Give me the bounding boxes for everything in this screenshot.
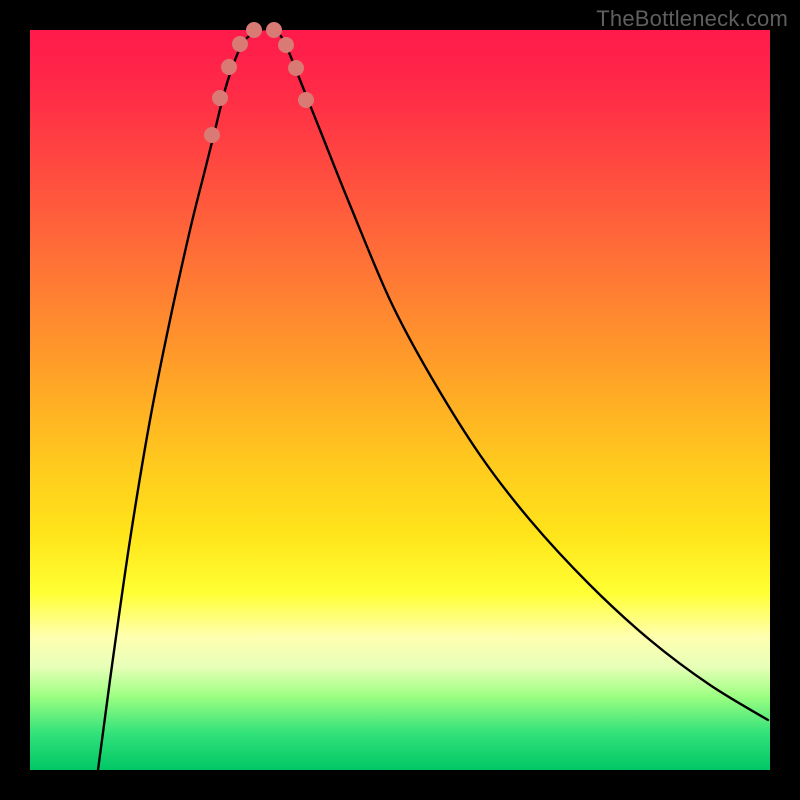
highlight-dot	[212, 90, 228, 106]
outer-frame: TheBottleneck.com	[0, 0, 800, 800]
chart-svg	[30, 30, 770, 770]
highlight-dot	[278, 37, 294, 53]
plot-area	[30, 30, 770, 770]
bottleneck-curve-path	[98, 29, 768, 770]
highlight-dot	[204, 127, 220, 143]
highlight-dot	[221, 59, 237, 75]
highlight-dot	[288, 60, 304, 76]
watermark-text: TheBottleneck.com	[596, 6, 788, 32]
highlight-dot	[232, 36, 248, 52]
highlight-dot	[246, 22, 262, 38]
marker-group	[204, 22, 314, 143]
highlight-dot	[298, 92, 314, 108]
highlight-dot	[266, 22, 282, 38]
